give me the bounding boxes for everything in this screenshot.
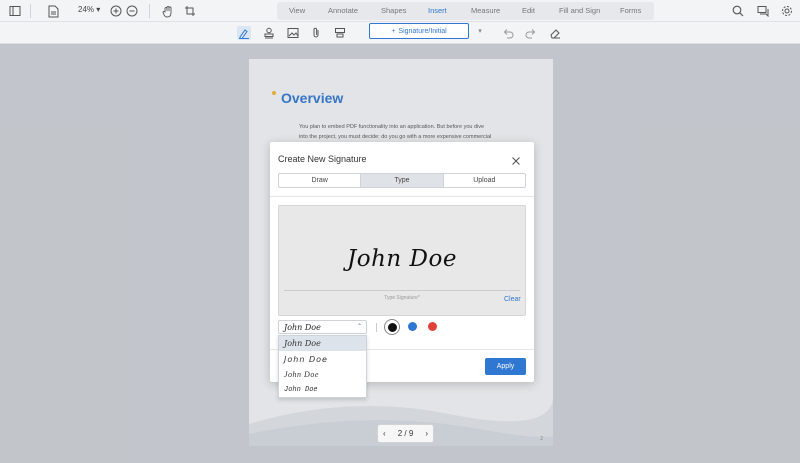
font-option[interactable]: John Doe <box>279 367 366 382</box>
tab-upload[interactable]: Upload <box>444 174 525 187</box>
stamp-icon[interactable] <box>262 26 276 40</box>
signature-preview: John Doe <box>347 246 457 272</box>
apply-button[interactable]: Apply <box>485 358 526 375</box>
attachment-icon[interactable] <box>309 26 323 40</box>
tab-annotate[interactable]: Annotate <box>328 6 358 15</box>
crop-selection-icon[interactable] <box>183 4 197 18</box>
ribbon-tabs: View Annotate Shapes Insert Measure Edit… <box>277 2 654 20</box>
plus-icon: + <box>391 27 396 35</box>
redo-icon[interactable] <box>524 26 538 40</box>
signature-initial-button[interactable]: + Signature/Initial <box>369 23 469 39</box>
font-select-value: John Doe <box>284 323 321 332</box>
clear-link[interactable]: Clear <box>504 296 521 303</box>
next-page-icon[interactable]: › <box>425 429 428 438</box>
dialog-title: Create New Signature <box>278 154 367 164</box>
tab-fill-and-sign[interactable]: Fill and Sign <box>559 6 600 15</box>
font-option[interactable]: John Doe <box>279 352 366 367</box>
tab-edit[interactable]: Edit <box>522 6 535 15</box>
close-icon[interactable] <box>511 153 521 165</box>
insert-toolbar: + Signature/Initial ▾ <box>0 22 800 44</box>
signature-mode-tabs: Draw Type Upload <box>278 173 526 188</box>
font-option[interactable]: John Doe <box>279 336 366 351</box>
signature-initial-label: Signature/Initial <box>398 27 447 35</box>
color-swatch-blue[interactable] <box>408 322 417 331</box>
tab-shapes[interactable]: Shapes <box>381 6 406 15</box>
zoom-out-icon[interactable] <box>125 4 139 18</box>
dialog-divider <box>270 196 534 197</box>
tab-draw[interactable]: Draw <box>279 174 362 187</box>
toolbar-divider <box>376 323 377 332</box>
signature-input-area[interactable]: John Doe Type Signature* Clear <box>278 205 526 316</box>
eraser-icon[interactable] <box>548 26 562 40</box>
comments-icon[interactable] <box>756 4 770 18</box>
image-icon[interactable] <box>286 26 300 40</box>
undo-icon[interactable] <box>501 26 515 40</box>
font-options-list: John Doe John Doe John Doe John Doe <box>278 335 367 398</box>
color-swatch-red[interactable] <box>428 322 437 331</box>
tab-view[interactable]: View <box>289 6 305 15</box>
sidebar-toggle-icon[interactable] <box>8 4 22 18</box>
tab-insert[interactable]: Insert <box>428 6 447 15</box>
settings-gear-icon[interactable] <box>780 4 794 18</box>
chevron-up-icon: ⌃ <box>356 324 362 330</box>
rubber-stamp-icon[interactable] <box>333 26 347 40</box>
page-indicator: 2 / 9 <box>397 429 414 438</box>
font-select[interactable]: John Doe ⌃ <box>278 320 367 334</box>
signature-baseline <box>284 290 520 291</box>
zoom-select[interactable]: 24% ▾ <box>78 5 100 14</box>
tab-measure[interactable]: Measure <box>471 6 500 15</box>
previous-page-icon[interactable]: ‹ <box>383 429 386 438</box>
signature-hint: Type Signature* <box>384 295 420 301</box>
search-icon[interactable] <box>731 4 745 18</box>
page-navigator: ‹ 2 / 9 › <box>377 424 434 443</box>
color-swatch-black[interactable] <box>387 322 397 332</box>
tab-forms[interactable]: Forms <box>620 6 641 15</box>
zoom-in-icon[interactable] <box>109 4 123 18</box>
tab-type[interactable]: Type <box>361 174 444 187</box>
pan-hand-icon[interactable] <box>161 4 175 18</box>
font-option[interactable]: John Doe <box>279 382 366 397</box>
signature-tool-icon[interactable] <box>237 26 251 40</box>
toolbar-divider <box>149 4 150 18</box>
signature-dropdown-arrow[interactable]: ▾ <box>472 23 488 39</box>
toolbar-divider <box>30 4 31 18</box>
document-icon[interactable] <box>46 4 60 18</box>
zoom-value: 24% <box>78 5 95 14</box>
top-toolbar: 24% ▾ View Annotate Shapes Insert Measur… <box>0 0 800 22</box>
